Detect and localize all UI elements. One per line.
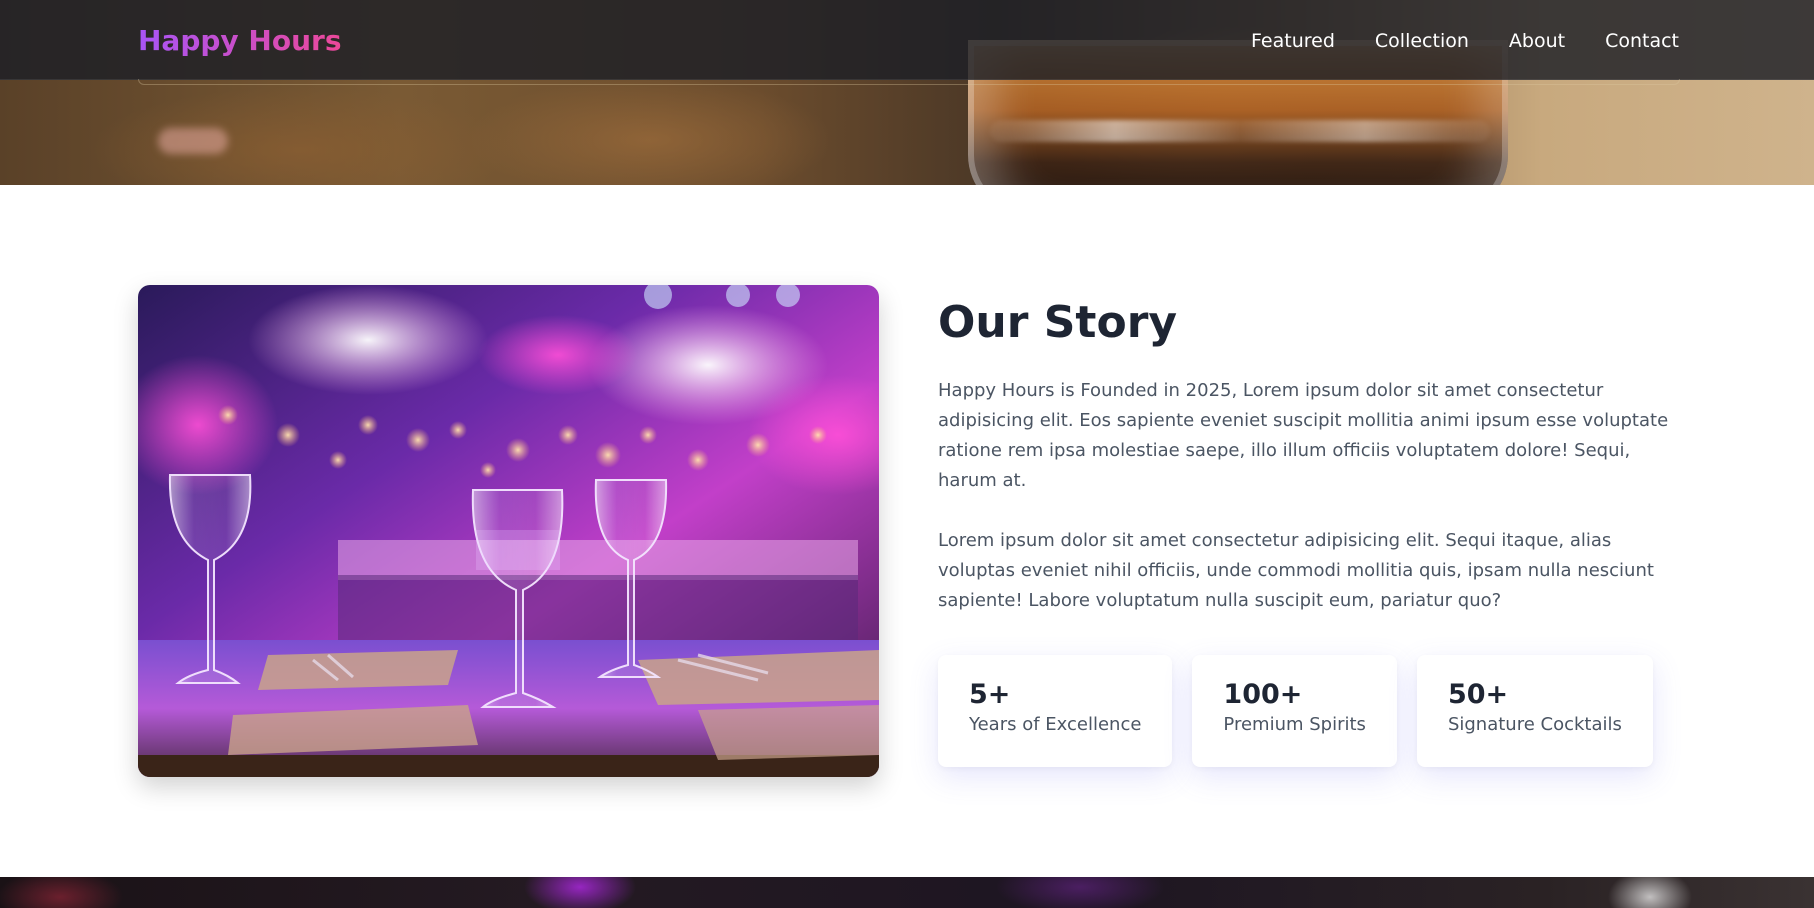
stat-card-spirits: 100+ Premium Spirits	[1192, 655, 1397, 767]
stat-card-years: 5+ Years of Excellence	[938, 655, 1173, 767]
brand-logo[interactable]: Happy Hours	[138, 21, 342, 61]
stats-row: 5+ Years of Excellence 100+ Premium Spir…	[938, 655, 1653, 767]
stat-value: 100+	[1223, 679, 1303, 710]
nav-links: Featured Collection About Contact	[1251, 27, 1679, 55]
about-section: Our Story Happy Hours is Founded in 2025…	[0, 185, 1814, 877]
stat-card-cocktails: 50+ Signature Cocktails	[1416, 655, 1653, 767]
stat-value: 5+	[969, 679, 1011, 710]
nav-link-contact[interactable]: Contact	[1605, 27, 1679, 55]
story-paragraph-1: Happy Hours is Founded in 2025, Lorem ip…	[938, 380, 1669, 491]
next-section-background-image	[0, 877, 1814, 908]
stat-label: Signature Cocktails	[1447, 714, 1622, 735]
wine-glasses-photo-drawing	[138, 285, 879, 777]
story-title: Our Story	[938, 297, 1178, 348]
nav-link-featured[interactable]: Featured	[1251, 27, 1335, 55]
stat-label: Premium Spirits	[1223, 714, 1366, 735]
hero-glass-shine	[990, 120, 1490, 142]
hero-bokeh-speck	[158, 128, 228, 154]
stat-value: 50+	[1447, 679, 1509, 710]
navbar: Happy Hours Featured Collection About Co…	[0, 0, 1814, 85]
stat-label: Years of Excellence	[969, 714, 1142, 735]
nav-link-about[interactable]: About	[1509, 27, 1565, 55]
story-paragraph-2: Lorem ipsum dolor sit amet consectetur a…	[938, 530, 1654, 611]
nav-link-collection[interactable]: Collection	[1375, 27, 1469, 55]
wine-glasses-photo	[138, 285, 879, 777]
